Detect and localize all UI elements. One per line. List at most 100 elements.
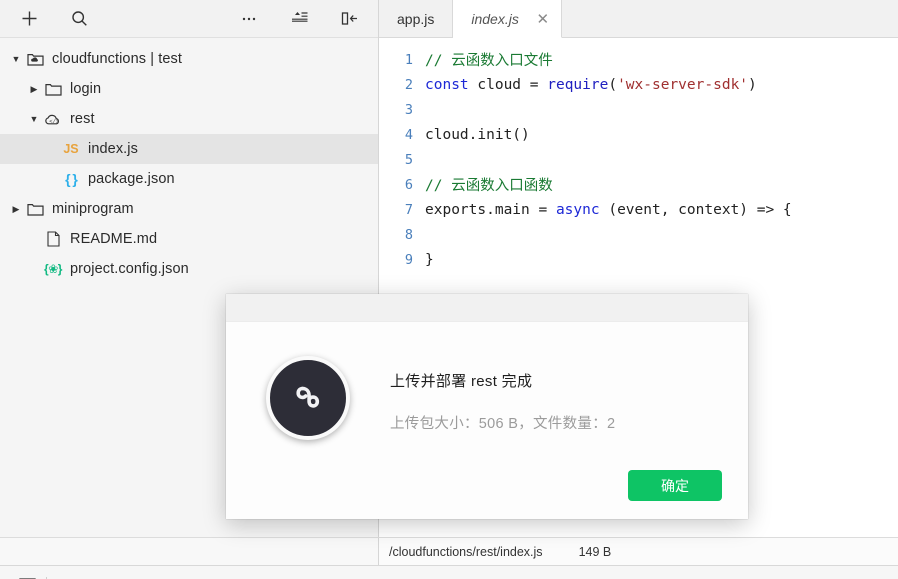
twisty-placeholder: ▶	[44, 164, 60, 194]
code-token: exports.main =	[425, 201, 556, 218]
md-file-icon	[42, 228, 64, 250]
code-line: 9 }	[379, 247, 898, 272]
editor-tab-index-js[interactable]: index.js ✕	[453, 0, 562, 38]
chevron-down-icon[interactable]: ▼	[26, 104, 42, 134]
tree-item-label: login	[70, 81, 102, 97]
code-line: 6 // 云函数入口函数	[379, 172, 898, 197]
editor-tab-label: app.js	[397, 10, 435, 27]
code-token: // 云函数入口文件	[425, 53, 553, 69]
editor-tab-label: index.js	[471, 10, 519, 27]
wechat-miniprogram-logo	[266, 356, 350, 440]
code-token: require	[547, 76, 609, 93]
search-icon[interactable]	[64, 6, 94, 32]
code-token: const	[425, 76, 469, 93]
devtools-tabbar: Console Sources Network Security AppData…	[0, 565, 898, 579]
code-token: (event, context) => {	[599, 201, 792, 218]
code-token: cloud =	[468, 76, 548, 93]
chevron-right-icon[interactable]: ▶	[26, 74, 42, 104]
code-token: async	[555, 201, 600, 218]
tab-security[interactable]: Security	[268, 566, 339, 579]
tree-item-login[interactable]: ▶ login	[0, 74, 378, 104]
status-file-size: 149 B	[578, 544, 612, 559]
twisty-placeholder: ▶	[26, 254, 42, 284]
chevron-right-icon[interactable]: ▶	[8, 194, 24, 224]
tree-item-index-js[interactable]: ▶ JS index.js	[0, 134, 378, 164]
line-number: 2	[404, 76, 413, 93]
code-line: 5	[379, 147, 898, 172]
editor-tab-app-js[interactable]: app.js	[379, 0, 454, 37]
cloud-folder-icon	[24, 48, 46, 70]
tree-item-label: rest	[70, 111, 95, 127]
code-line: 1 // 云函数入口文件	[379, 47, 898, 72]
tree-item-readme[interactable]: ▶ README.md	[0, 224, 378, 254]
tab-wxml[interactable]: Wxml	[663, 566, 719, 579]
status-file-path: /cloudfunctions/rest/index.js	[389, 544, 543, 559]
line-number: 9	[404, 251, 413, 268]
add-icon[interactable]	[14, 6, 44, 32]
json-file-icon: { }	[65, 171, 78, 187]
code-line: 7 exports.main = async (event, context) …	[379, 197, 898, 222]
dialog-titlebar	[226, 294, 748, 322]
line-number: 4	[404, 126, 413, 143]
status-row: /cloudfunctions/rest/index.js 149 B	[0, 537, 898, 565]
file-status: /cloudfunctions/rest/index.js 149 B	[379, 538, 898, 565]
line-number: 6	[404, 176, 413, 193]
tree-item-label: cloudfunctions | test	[52, 51, 182, 67]
code-token: (	[608, 76, 618, 93]
code-line: 3	[379, 97, 898, 122]
js-file-icon: JS	[63, 142, 79, 156]
dialog-title: 上传并部署 rest 完成	[390, 373, 533, 390]
folder-icon	[42, 78, 64, 100]
tree-item-cloudfunctions[interactable]: ▼ cloudfunctions | test	[0, 44, 378, 74]
explorer-toolbar	[0, 0, 378, 38]
tree-item-label: project.config.json	[70, 261, 189, 277]
tree-item-package-json[interactable]: ▶ { } package.json	[0, 164, 378, 194]
tree-item-miniprogram[interactable]: ▶ miniprogram	[0, 194, 378, 224]
tree-item-project-config[interactable]: ▶ {❀} project.config.json	[0, 254, 378, 284]
tab-appdata[interactable]: AppData	[338, 566, 413, 579]
twisty-placeholder: ▶	[26, 224, 42, 254]
tree-item-label: README.md	[70, 231, 158, 247]
tabstrip-filler	[561, 0, 898, 37]
code-token: }	[425, 251, 434, 268]
upload-complete-dialog: 上传并部署 rest 完成 上传包大小：506 B，文件数量：2 确定	[226, 294, 748, 519]
svg-text:</>: </>	[49, 118, 60, 125]
tab-sensor[interactable]: Sensor	[472, 566, 537, 579]
code-line: 4 cloud.init()	[379, 122, 898, 147]
tab-console[interactable]: Console	[53, 566, 125, 579]
status-left-spacer	[0, 538, 379, 565]
tree-item-rest[interactable]: ▼ </> rest	[0, 104, 378, 134]
line-number: 7	[404, 201, 413, 218]
line-number: 1	[404, 51, 413, 68]
inspect-element-icon[interactable]	[10, 566, 44, 579]
twisty-placeholder: ▶	[44, 134, 60, 164]
tab-network[interactable]: Network	[196, 566, 268, 579]
dialog-logo-wrap	[258, 346, 358, 519]
code-token: // 云函数入口函数	[425, 178, 553, 194]
close-icon[interactable]: ✕	[535, 10, 551, 28]
devtools-window: ▼ cloudfunctions | test ▶ login ▼ </> re…	[0, 0, 898, 579]
tab-trace[interactable]: Trace	[607, 566, 663, 579]
code-line: 8	[379, 222, 898, 247]
dialog-subtitle: 上传包大小：506 B，文件数量：2	[390, 416, 616, 432]
code-token: )	[748, 76, 757, 93]
config-file-icon: {❀}	[44, 262, 62, 276]
code-token: 'wx-server-sdk'	[617, 76, 749, 93]
line-number: 8	[404, 226, 413, 243]
line-number: 5	[404, 151, 413, 168]
tree-item-label: miniprogram	[52, 201, 134, 217]
line-number: 3	[404, 101, 413, 118]
toggle-panel-icon[interactable]	[334, 6, 364, 32]
tab-sources[interactable]: Sources	[125, 566, 197, 579]
more-icon[interactable]	[234, 6, 264, 32]
code-token: cloud.init()	[425, 126, 530, 143]
collapse-all-icon[interactable]	[284, 6, 314, 32]
dialog-footer: 确定	[628, 470, 722, 501]
chevron-down-icon[interactable]: ▼	[8, 44, 24, 74]
tree-item-label: index.js	[88, 141, 138, 157]
tab-audits[interactable]: Audits	[413, 566, 473, 579]
tab-storage[interactable]: Storage	[537, 566, 606, 579]
confirm-button[interactable]: 确定	[628, 470, 722, 501]
cloud-function-icon: </>	[42, 108, 64, 130]
tree-item-label: package.json	[88, 171, 175, 187]
